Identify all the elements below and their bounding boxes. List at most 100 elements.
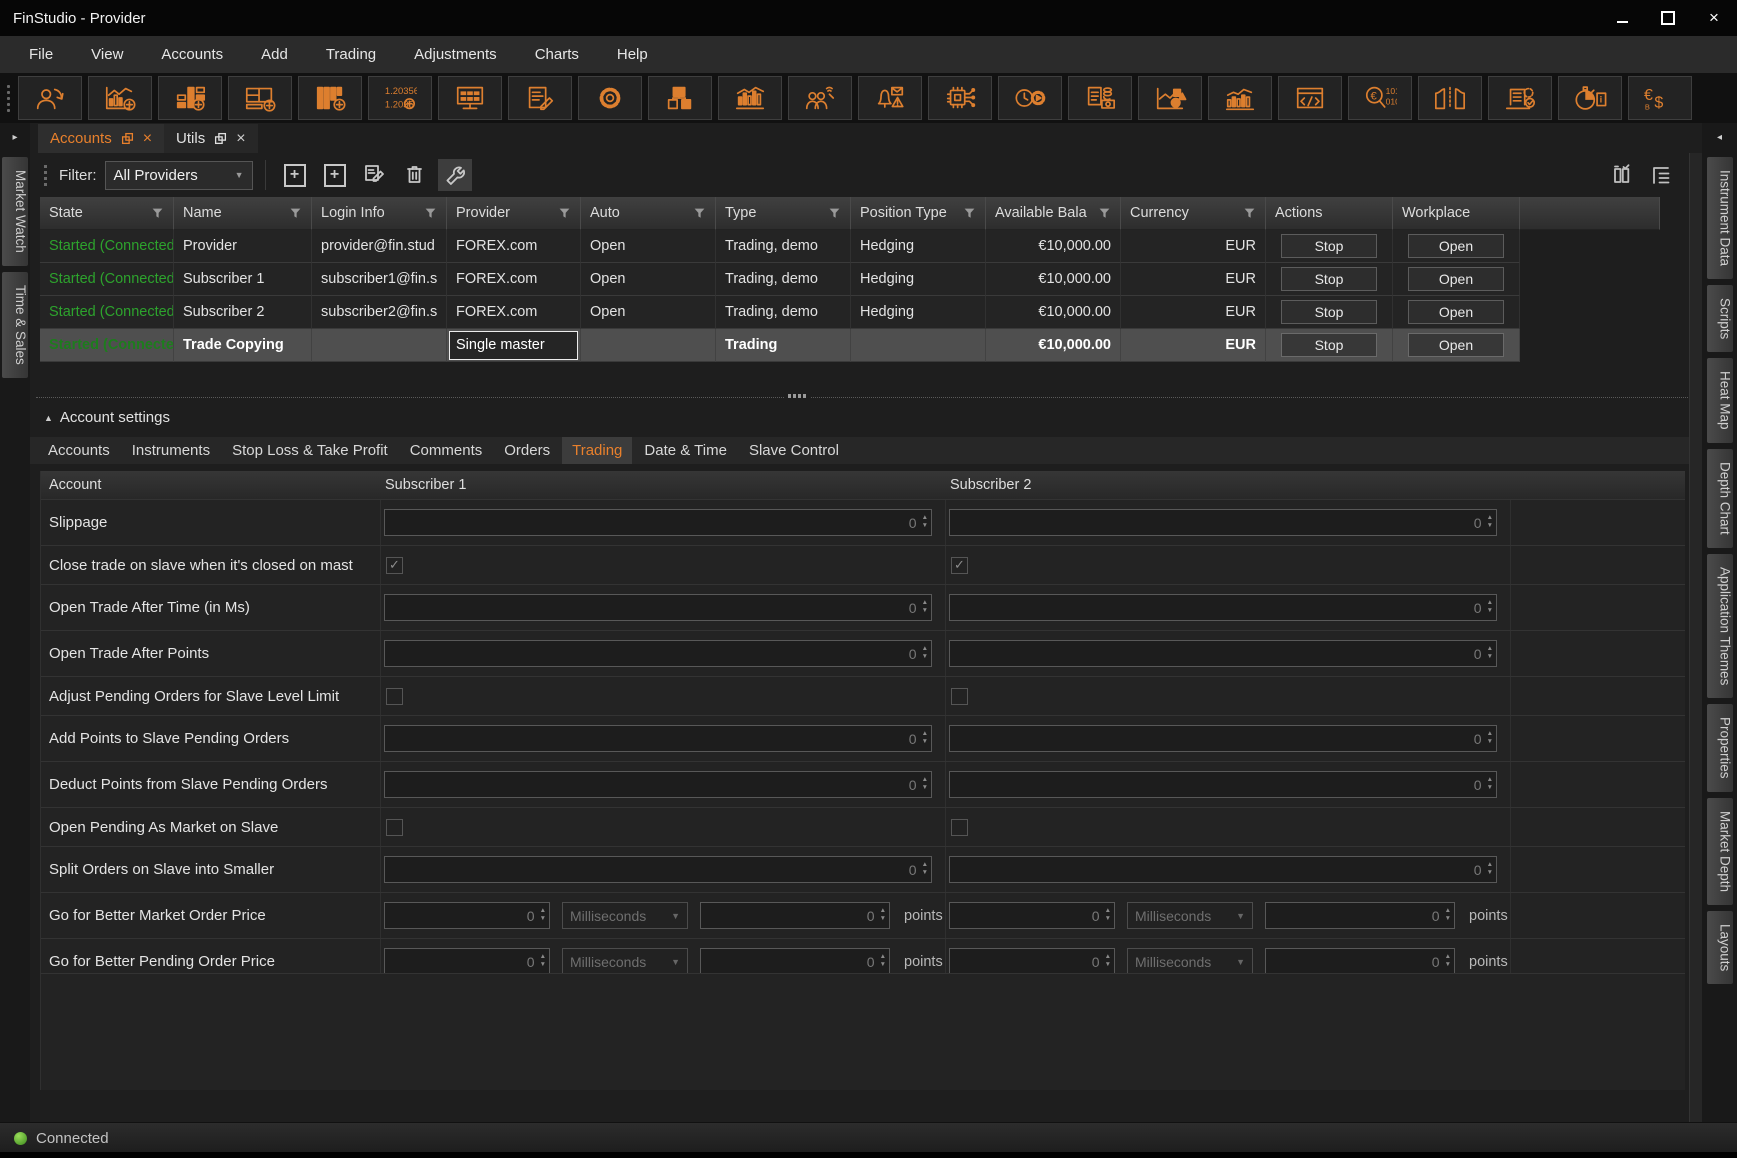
settings-tab-orders[interactable]: Orders [494, 437, 560, 464]
currency-pairs-toolbar-button[interactable]: €$B [1628, 76, 1692, 120]
table-monitor-toolbar-button[interactable] [438, 76, 502, 120]
close-trade-on-slave-when-it-s-closed-on-mast-subscriber-1-checkbox[interactable]: ✓ [386, 557, 403, 574]
table-row[interactable]: Started (ConnectedProviderprovider@fin.s… [40, 230, 1660, 263]
org-blocks-toolbar-button[interactable] [648, 76, 712, 120]
close-button[interactable]: × [1691, 0, 1737, 36]
spinner-buttons[interactable]: ▲▼ [1487, 777, 1496, 793]
spinner-buttons[interactable]: ▲▼ [922, 646, 931, 662]
market-chart-toolbar-button[interactable] [718, 76, 782, 120]
cpu-chip-toolbar-button[interactable] [928, 76, 992, 120]
go-for-better-market-order-price-subscriber-1-unit-dropdown[interactable]: Milliseconds▼ [562, 902, 688, 929]
add-connection-button[interactable]: + [318, 159, 352, 191]
spinner-buttons[interactable]: ▲▼ [540, 908, 549, 924]
column-chooser-button[interactable] [1612, 164, 1634, 186]
open-workplace-button[interactable]: Open [1408, 333, 1504, 357]
timer-info-toolbar-button[interactable]: i [1558, 76, 1622, 120]
open-trade-after-time-in-ms-subscriber-2-input[interactable]: 0▲▼ [949, 594, 1497, 621]
go-for-better-pending-order-price-subscriber-2-points-input[interactable]: 0▲▼ [1265, 948, 1455, 975]
spinner-buttons[interactable]: ▲▼ [922, 515, 931, 531]
spinner-buttons[interactable]: ▲▼ [922, 777, 931, 793]
table-row[interactable]: Started (ConnectedSubscriber 1subscriber… [40, 263, 1660, 296]
spinner-buttons[interactable]: ▲▼ [1445, 908, 1454, 924]
spinner-buttons[interactable]: ▲▼ [922, 600, 931, 616]
add-points-to-slave-pending-orders-subscriber-1-input[interactable]: 0▲▼ [384, 725, 932, 752]
settings-tab-comments[interactable]: Comments [400, 437, 493, 464]
column-header-state[interactable]: State [40, 197, 174, 230]
split-orders-on-slave-into-smaller-subscriber-1-input[interactable]: 0▲▼ [384, 856, 932, 883]
menu-charts[interactable]: Charts [516, 36, 598, 73]
settings-gear-toolbar-button[interactable] [578, 76, 642, 120]
open-workplace-button[interactable]: Open [1408, 234, 1504, 258]
spinner-buttons[interactable]: ▲▼ [1105, 908, 1114, 924]
dock-tab-instrument-data[interactable]: Instrument Data [1707, 157, 1733, 279]
quote-add-toolbar-button[interactable]: 1.203561.2035 [368, 76, 432, 120]
dock-tab-layouts[interactable]: Layouts [1707, 911, 1733, 984]
docs-money-toolbar-button[interactable] [1068, 76, 1132, 120]
settings-tab-instruments[interactable]: Instruments [122, 437, 220, 464]
popout-window-icon[interactable] [214, 132, 227, 145]
dock-tab-depth-chart[interactable]: Depth Chart [1707, 449, 1733, 548]
spinner-buttons[interactable]: ▲▼ [922, 862, 931, 878]
toolbar-grip[interactable] [7, 85, 10, 112]
adjust-pending-orders-for-slave-level-limit-subscriber-1-checkbox[interactable] [386, 688, 403, 705]
spinner-buttons[interactable]: ▲▼ [1487, 862, 1496, 878]
open-workplace-button[interactable]: Open [1408, 300, 1504, 324]
delete-account-button[interactable] [398, 159, 432, 191]
go-for-better-market-order-price-subscriber-2-unit-dropdown[interactable]: Milliseconds▼ [1127, 902, 1253, 929]
minimize-button[interactable] [1599, 0, 1645, 36]
filter-funnel-icon[interactable] [424, 207, 437, 220]
dock-tab-market-depth[interactable]: Market Depth [1707, 798, 1733, 905]
depth-chart-toolbar-button[interactable] [1418, 76, 1482, 120]
column-header-available-bala[interactable]: Available Bala [986, 197, 1121, 230]
dock-tab-properties[interactable]: Properties [1707, 704, 1733, 792]
group-panel-button[interactable] [1650, 164, 1672, 186]
filter-funnel-icon[interactable] [151, 207, 164, 220]
column-header-name[interactable]: Name [174, 197, 312, 230]
spinner-buttons[interactable]: ▲▼ [1487, 600, 1496, 616]
spinner-buttons[interactable]: ▲▼ [880, 908, 889, 924]
stop-button[interactable]: Stop [1281, 267, 1377, 291]
split-orders-on-slave-into-smaller-subscriber-2-input[interactable]: 0▲▼ [949, 856, 1497, 883]
open-pending-as-market-on-slave-subscriber-1-checkbox[interactable] [386, 819, 403, 836]
go-for-better-pending-order-price-subscriber-2-time-input[interactable]: 0▲▼ [949, 948, 1115, 975]
maximize-button[interactable] [1645, 0, 1691, 36]
provider-filter-dropdown[interactable]: All Providers ▼ [105, 161, 253, 190]
dock-tab-scripts[interactable]: Scripts [1707, 285, 1733, 352]
spinner-buttons[interactable]: ▲▼ [1487, 646, 1496, 662]
cell-provider[interactable]: Single master [447, 329, 581, 362]
time-gear-toolbar-button[interactable] [998, 76, 1062, 120]
menu-file[interactable]: File [10, 36, 72, 73]
go-for-better-pending-order-price-subscriber-1-time-input[interactable]: 0▲▼ [384, 948, 550, 975]
close-tab-icon[interactable]: × [143, 130, 152, 148]
add-points-to-slave-pending-orders-subscriber-2-input[interactable]: 0▲▼ [949, 725, 1497, 752]
people-signal-toolbar-button[interactable] [788, 76, 852, 120]
horizontal-splitter[interactable] [36, 397, 1688, 398]
dock-tab-heat-map[interactable]: Heat Map [1707, 358, 1733, 443]
stop-button[interactable]: Stop [1281, 333, 1377, 357]
menu-adjustments[interactable]: Adjustments [395, 36, 516, 73]
candle-analysis-toolbar-button[interactable] [1208, 76, 1272, 120]
filter-bar-grip[interactable] [44, 165, 47, 186]
vertical-scrollbar[interactable] [1689, 153, 1702, 1122]
account-tools-button[interactable] [438, 159, 472, 191]
open-trade-after-points-subscriber-2-input[interactable]: 0▲▼ [949, 640, 1497, 667]
column-header-actions[interactable]: Actions [1266, 197, 1393, 230]
menu-add[interactable]: Add [242, 36, 307, 73]
splitter-handle[interactable] [784, 394, 810, 398]
dock-tab-market-watch[interactable]: Market Watch [2, 157, 28, 266]
go-for-better-pending-order-price-subscriber-2-unit-dropdown[interactable]: Milliseconds▼ [1127, 948, 1253, 975]
code-window-toolbar-button[interactable] [1278, 76, 1342, 120]
filter-funnel-icon[interactable] [1243, 207, 1256, 220]
note-edit-toolbar-button[interactable] [508, 76, 572, 120]
workspace-add-toolbar-button[interactable] [228, 76, 292, 120]
tab-utils[interactable]: Utils × [164, 124, 258, 153]
left-dock-expand-icon[interactable]: ▸ [0, 132, 30, 143]
dock-tab-time-sales[interactable]: Time & Sales [2, 272, 28, 378]
settings-tab-slave-control[interactable]: Slave Control [739, 437, 849, 464]
selected-provider-cell[interactable]: Single master [449, 331, 578, 360]
table-row[interactable]: Started (ConnectedSubscriber 2subscriber… [40, 296, 1660, 329]
popout-window-icon[interactable] [121, 132, 134, 145]
menu-view[interactable]: View [72, 36, 142, 73]
table-row[interactable]: Started (ConnectedTrade CopyingSingle ma… [40, 329, 1660, 362]
go-for-better-pending-order-price-subscriber-1-points-input[interactable]: 0▲▼ [700, 948, 890, 975]
